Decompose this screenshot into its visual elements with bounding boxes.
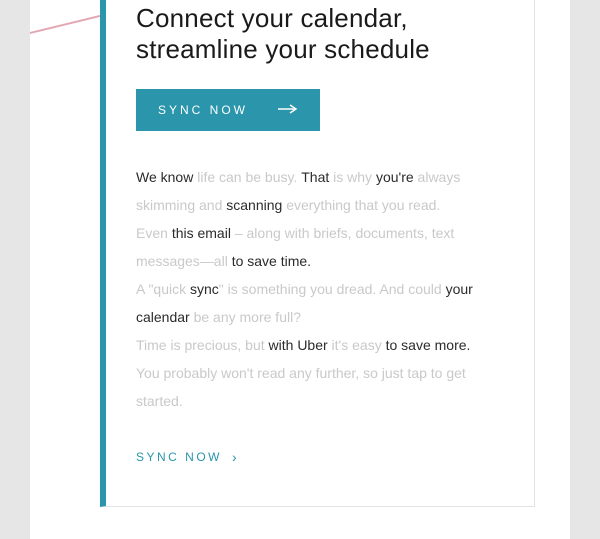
body-copy: We know life can be busy. That is why yo… xyxy=(136,163,504,415)
page-title: Connect your calendar, streamline your s… xyxy=(136,3,504,65)
sync-now-button[interactable]: SYNC NOW xyxy=(136,89,320,131)
chevron-right-icon: › xyxy=(232,449,239,465)
arrow-right-icon xyxy=(278,103,298,117)
cta-secondary-label: SYNC NOW xyxy=(136,450,222,464)
heading-line-1: Connect your calendar, xyxy=(136,3,408,33)
cta-primary-label: SYNC NOW xyxy=(158,103,248,117)
email-page: Connect your calendar, streamline your s… xyxy=(30,0,570,539)
heading-line-2: streamline your schedule xyxy=(136,34,430,64)
sync-now-link[interactable]: SYNC NOW › xyxy=(136,449,239,465)
content-card: Connect your calendar, streamline your s… xyxy=(100,0,535,507)
